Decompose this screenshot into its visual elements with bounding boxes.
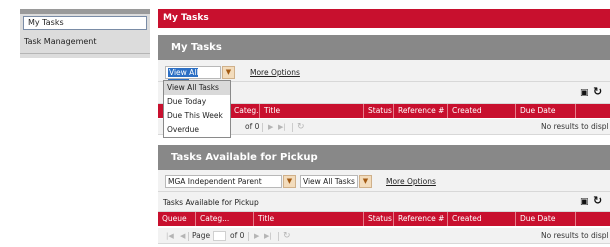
pager-of-label: of 0: [230, 231, 245, 240]
last-page-icon[interactable]: ▶|: [278, 119, 286, 135]
dropdown-option-due-today[interactable]: Due Today: [164, 95, 230, 109]
dropdown-option-due-this-week[interactable]: Due This Week: [164, 109, 230, 123]
sidebar-item-task-management[interactable]: Task Management: [20, 36, 150, 48]
column-header-queue[interactable]: Queue: [158, 212, 196, 226]
column-header-due-date[interactable]: Due Date: [516, 104, 576, 118]
save-icon[interactable]: ▣: [580, 88, 589, 98]
pickup-table-header: Queue Categ... Title Status Reference # …: [158, 212, 610, 226]
column-header-status[interactable]: Status: [364, 212, 394, 226]
page-number-input[interactable]: [213, 231, 226, 241]
page-title: My Tasks: [158, 9, 610, 28]
my-tasks-filter-select[interactable]: View All Tasks: [165, 66, 221, 88]
first-page-icon[interactable]: |◀: [166, 228, 174, 244]
my-tasks-section-title: My Tasks: [158, 35, 610, 60]
pager-page-label: Page: [192, 231, 211, 240]
no-results-text: No results to displ: [541, 231, 609, 240]
pager-separator: [248, 232, 249, 241]
next-page-icon[interactable]: ▶: [254, 228, 259, 244]
column-header-title[interactable]: Title: [260, 104, 364, 118]
column-header-category[interactable]: Categ...: [230, 104, 260, 118]
pickup-group-select[interactable]: MGA Independent Parent: [165, 175, 282, 188]
column-header-created[interactable]: Created: [448, 212, 516, 226]
column-header-title[interactable]: Title: [254, 212, 364, 226]
dropdown-option-view-all-tasks[interactable]: View All Tasks: [164, 81, 230, 95]
refresh-icon[interactable]: ↻: [593, 194, 602, 207]
sidebar: My Tasks Task Management: [20, 9, 150, 58]
refresh-icon[interactable]: ↻: [593, 85, 602, 98]
filter-dropdown-list: View All Tasks Due Today Due This Week O…: [163, 80, 231, 138]
pickup-section-title: Tasks Available for Pickup: [158, 145, 610, 170]
pager-separator: [292, 123, 293, 132]
prev-page-icon[interactable]: ◀: [180, 228, 185, 244]
pickup-grid-title: Tasks Available for Pickup: [163, 198, 259, 207]
chevron-down-icon[interactable]: ▼: [222, 66, 235, 79]
pager-separator: [278, 232, 279, 241]
sidebar-divider: [20, 53, 150, 54]
no-results-text: No results to displ: [541, 122, 609, 131]
my-tasks-more-options-link[interactable]: More Options: [250, 68, 300, 77]
sidebar-item-my-tasks[interactable]: My Tasks: [23, 16, 147, 30]
reload-icon[interactable]: ↻: [297, 119, 305, 135]
column-header-status[interactable]: Status: [364, 104, 394, 118]
reload-icon[interactable]: ↻: [283, 228, 291, 244]
column-header-created[interactable]: Created: [448, 104, 516, 118]
pager-of-label: of 0: [245, 122, 260, 131]
pickup-more-options-link[interactable]: More Options: [386, 177, 436, 186]
column-header-reference[interactable]: Reference #: [394, 104, 448, 118]
column-header-reference[interactable]: Reference #: [394, 212, 448, 226]
pager-separator: [188, 232, 189, 241]
column-header-category[interactable]: Categ...: [196, 212, 254, 226]
sidebar-topbar: [20, 9, 150, 14]
chevron-down-icon[interactable]: ▼: [359, 175, 372, 188]
save-icon[interactable]: ▣: [580, 197, 589, 207]
pager-separator: [262, 123, 263, 132]
last-page-icon[interactable]: ▶|: [264, 228, 272, 244]
pickup-filter-select[interactable]: View All Tasks: [300, 175, 358, 188]
column-header-due-date[interactable]: Due Date: [516, 212, 576, 226]
pickup-pager: |◀ ◀ Page of 0 ▶ ▶| ↻ No results to disp…: [158, 228, 610, 244]
dropdown-option-overdue[interactable]: Overdue: [164, 123, 230, 137]
next-page-icon[interactable]: ▶: [268, 119, 273, 135]
chevron-down-icon[interactable]: ▼: [283, 175, 296, 188]
